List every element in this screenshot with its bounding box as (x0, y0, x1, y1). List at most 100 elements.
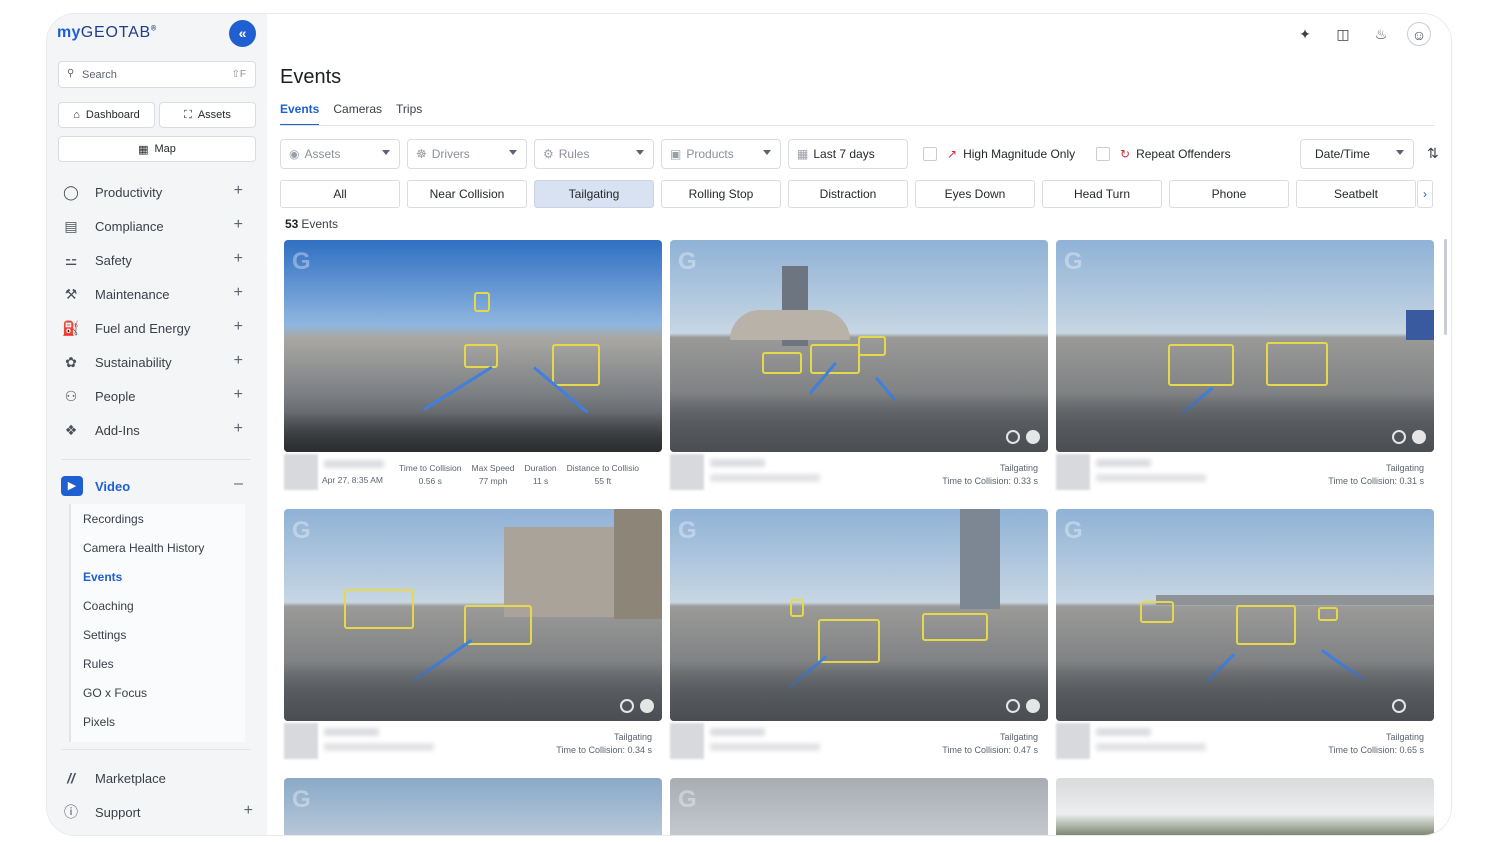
map-button[interactable]: ▦ Map (58, 136, 256, 162)
stat-distance-to-collision: Distance to Collisio 55 ft (566, 463, 639, 486)
play-icon[interactable] (1412, 430, 1426, 444)
rules-filter[interactable]: ⚙ Rules (534, 139, 654, 169)
collapse-sidebar-button[interactable]: « (229, 20, 256, 47)
dashboard-overlay (1056, 392, 1434, 452)
chip-near-collision[interactable]: Near Collision (407, 180, 527, 208)
dashboard-overlay (670, 392, 1048, 452)
tab-trips[interactable]: Trips (396, 102, 422, 126)
submenu-item-pixels[interactable]: Pixels (83, 715, 115, 729)
tab-cameras[interactable]: Cameras (333, 102, 382, 126)
sidebar-item-video[interactable]: ▶ Video – (61, 474, 251, 498)
hd-icon (1006, 430, 1020, 444)
sidebar-item-support[interactable]: ⓘ Support + (61, 800, 261, 824)
building (614, 509, 662, 619)
submenu-item-go-x-focus[interactable]: GO x Focus (83, 686, 147, 700)
sidebar-item-productivity[interactable]: ◯ Productivity + (61, 180, 251, 204)
expand-icon: + (233, 352, 243, 369)
assets-filter[interactable]: ◉ Assets (280, 139, 400, 169)
submenu-item-camera-health-history[interactable]: Camera Health History (83, 541, 204, 555)
event-thumbnail[interactable]: G (1056, 509, 1434, 721)
expand-icon: + (233, 318, 243, 335)
submenu-item-recordings[interactable]: Recordings (83, 512, 144, 526)
submenu-item-events[interactable]: Events (83, 570, 122, 584)
event-thumbnail[interactable]: G (670, 240, 1048, 452)
event-thumbnail[interactable]: G (284, 509, 662, 721)
play-icon[interactable] (1026, 430, 1040, 444)
detection-box (858, 336, 886, 356)
scrollbar[interactable] (1444, 239, 1447, 335)
play-icon[interactable] (1026, 699, 1040, 713)
dashboard-overlay (1056, 661, 1434, 721)
event-thumbnail[interactable] (1056, 778, 1434, 835)
chevron-right-icon: › (1423, 187, 1427, 201)
map-icon: ▦ (138, 143, 149, 156)
wrench-icon: ⚒ (64, 285, 78, 302)
dashboard-button[interactable]: ⌂ Dashboard (58, 102, 155, 128)
sort-direction-icon[interactable]: ⇅ (1427, 145, 1439, 162)
event-summary: Tailgating Time to Collision: 0.34 s (556, 732, 652, 755)
fuel-icon: ⛽ (62, 319, 80, 336)
chip-head-turn[interactable]: Head Turn (1042, 180, 1162, 208)
chip-seatbelt[interactable]: Seatbelt (1296, 180, 1416, 208)
event-summary: Tailgating Time to Collision: 0.47 s (942, 732, 1038, 755)
sidebar-item-sustainability[interactable]: ✿ Sustainability + (61, 350, 251, 374)
geotab-watermark-icon: G (678, 517, 697, 544)
submenu-item-settings[interactable]: Settings (83, 628, 126, 642)
event-thumbnail[interactable]: G (284, 240, 662, 452)
sidebar-item-safety[interactable]: ⚍ Safety + (61, 248, 251, 272)
chips-next-button[interactable]: › (1417, 180, 1433, 208)
event-thumbnail[interactable]: G (284, 778, 662, 835)
chip-rolling-stop[interactable]: Rolling Stop (661, 180, 781, 208)
drivers-filter[interactable]: ☸ Drivers (407, 139, 527, 169)
user-icon[interactable]: ☺ (1407, 22, 1431, 46)
bell-icon[interactable]: ♨ (1369, 22, 1393, 46)
dashboard-overlay (284, 412, 662, 452)
clipboard-icon: ▤ (64, 217, 78, 234)
main-content: ✦ ◫ ♨ ☺ Events Events Cameras Trips ◉ Ass… (267, 14, 1451, 835)
puzzle-icon: ❖ (64, 421, 78, 438)
detection-box (464, 605, 532, 645)
sidebar-item-marketplace[interactable]: //Marketplace (61, 766, 251, 790)
products-filter[interactable]: ▣ Products (661, 139, 781, 169)
sidebar-item-people[interactable]: ⚇ People + (61, 384, 251, 408)
submenu-item-rules[interactable]: Rules (83, 657, 114, 671)
repeat-offenders-checkbox[interactable] (1096, 147, 1110, 161)
submenu-item-coaching[interactable]: Coaching (83, 599, 134, 613)
detection-box (344, 589, 414, 629)
event-thumbnail[interactable]: G (670, 509, 1048, 721)
play-icon[interactable] (640, 699, 654, 713)
messages-icon[interactable]: ◫ (1331, 22, 1355, 46)
chip-eyes-down[interactable]: Eyes Down (915, 180, 1035, 208)
event-meta: Time to Collision 0.56 s Max Speed 77 mph … (284, 454, 662, 494)
search-input[interactable]: ⚲ Search ⇧F (58, 61, 256, 88)
page-title: Events (280, 66, 342, 88)
event-summary: Tailgating Time to Collision: 0.33 s (942, 463, 1038, 486)
sidebar-item-add-ins[interactable]: ❖ Add-Ins + (61, 418, 251, 442)
chip-distraction[interactable]: Distraction (788, 180, 908, 208)
people-icon: ⚇ (64, 387, 78, 404)
expand-icon: + (233, 386, 243, 403)
chip-tailgating[interactable]: Tailgating (534, 180, 654, 208)
sort-select[interactable]: Date/Time (1300, 139, 1414, 169)
mygeotab-logo[interactable]: myGEOTAB® (57, 24, 157, 42)
expand-icon: + (233, 250, 243, 267)
detection-box (790, 599, 804, 617)
chip-phone[interactable]: Phone (1169, 180, 1289, 208)
event-meta: Tailgating Time to Collision: 0.65 s (1056, 723, 1434, 763)
event-thumbnail[interactable]: G (1056, 240, 1434, 452)
geotab-watermark-icon: G (678, 248, 697, 275)
hd-icon (620, 699, 634, 713)
event-thumbnail[interactable]: G (670, 778, 1048, 835)
event-summary: Tailgating Time to Collision: 0.31 s (1328, 463, 1424, 486)
date-range-filter[interactable]: ▦ Last 7 days (788, 139, 908, 169)
high-magnitude-checkbox[interactable] (923, 147, 937, 161)
detection-box (1236, 605, 1296, 645)
assets-button[interactable]: ⛶ Assets (159, 102, 256, 128)
sidebar-item-compliance[interactable]: ▤ Compliance + (61, 214, 251, 238)
chip-all[interactable]: All (280, 180, 400, 208)
sidebar-item-maintenance[interactable]: ⚒ Maintenance + (61, 282, 251, 306)
tab-events[interactable]: Events (280, 102, 320, 126)
sparkle-icon[interactable]: ✦ (1293, 22, 1317, 46)
geotab-watermark-icon: G (292, 248, 311, 275)
sidebar-item-fuel-and-energy[interactable]: ⛽ Fuel and Energy + (61, 316, 251, 340)
